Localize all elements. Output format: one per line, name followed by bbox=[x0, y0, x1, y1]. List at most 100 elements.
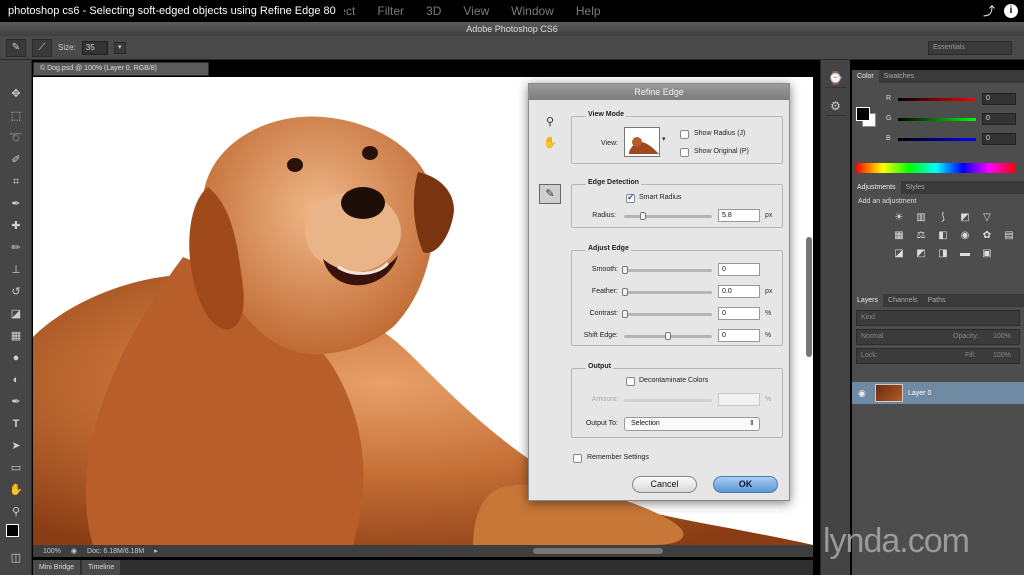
ok-button[interactable]: OK bbox=[713, 476, 778, 493]
radius-slider[interactable] bbox=[624, 215, 712, 218]
visibility-eye-icon[interactable]: ◉ bbox=[858, 388, 870, 399]
posterize-icon[interactable]: ◩ bbox=[914, 247, 928, 261]
show-radius-checkbox[interactable] bbox=[680, 130, 689, 139]
status-icon[interactable]: ◉ bbox=[71, 547, 77, 555]
properties-panel-icon[interactable]: ⚙ bbox=[825, 96, 846, 116]
invert-icon[interactable]: ◪ bbox=[892, 247, 906, 261]
size-dropdown-icon[interactable]: ▾ bbox=[113, 41, 126, 54]
smooth-input[interactable]: 0 bbox=[718, 263, 760, 276]
quick-mask-icon[interactable]: ◫ bbox=[8, 550, 24, 566]
foreground-color-swatch[interactable] bbox=[6, 524, 19, 537]
gradient-tool-icon[interactable]: ▦ bbox=[8, 328, 24, 344]
info-icon[interactable]: i bbox=[1004, 4, 1018, 18]
tab-adjustments[interactable]: Adjustments bbox=[852, 181, 901, 194]
share-icon[interactable]: ⤴ bbox=[982, 4, 996, 18]
levels-icon[interactable]: ▥ bbox=[914, 211, 928, 225]
tab-styles[interactable]: Styles bbox=[901, 181, 930, 194]
exposure-icon[interactable]: ◩ bbox=[958, 211, 972, 225]
eyedropper-tool-icon[interactable]: ✒ bbox=[8, 196, 24, 212]
color-foreground-swatch[interactable] bbox=[856, 107, 870, 121]
curves-icon[interactable]: ⟆ bbox=[936, 211, 950, 225]
marquee-tool-icon[interactable]: ⬚ bbox=[8, 108, 24, 124]
cancel-button[interactable]: Cancel bbox=[632, 476, 697, 493]
channel-mixer-icon[interactable]: ✿ bbox=[980, 229, 994, 243]
smooth-slider[interactable] bbox=[624, 269, 712, 272]
stamp-tool-icon[interactable]: ⊥ bbox=[8, 262, 24, 278]
tab-channels[interactable]: Channels bbox=[883, 294, 923, 307]
contrast-input[interactable]: 0 bbox=[718, 307, 760, 320]
type-tool-icon[interactable]: T bbox=[8, 416, 24, 432]
photo-filter-icon[interactable]: ◉ bbox=[958, 229, 972, 243]
feather-slider-knob[interactable] bbox=[622, 288, 628, 296]
decontaminate-checkbox[interactable] bbox=[626, 377, 635, 386]
pen-tool-icon[interactable]: ✒ bbox=[8, 394, 24, 410]
feather-slider[interactable] bbox=[624, 291, 712, 294]
contrast-slider-knob[interactable] bbox=[622, 310, 628, 318]
g-slider[interactable] bbox=[898, 118, 976, 121]
b-slider[interactable] bbox=[898, 138, 976, 141]
shift-edge-slider-knob[interactable] bbox=[665, 332, 671, 340]
status-arrow-icon[interactable]: ▸ bbox=[154, 547, 158, 555]
document-tab[interactable]: © Dog.psd @ 100% (Layer 0, RGB/8) bbox=[33, 62, 209, 76]
workspace-select[interactable]: Essentials bbox=[928, 41, 1012, 55]
zoom-icon[interactable]: ⚲ bbox=[543, 115, 557, 129]
threshold-icon[interactable]: ◨ bbox=[936, 247, 950, 261]
output-to-select[interactable]: Selection ⇕ bbox=[624, 417, 760, 431]
tab-layers[interactable]: Layers bbox=[852, 294, 884, 307]
smart-radius-checkbox[interactable] bbox=[626, 192, 635, 203]
hue-sat-icon[interactable]: ▦ bbox=[892, 229, 906, 243]
refine-radius-brush-icon[interactable]: ✎ bbox=[539, 184, 561, 204]
tab-paths[interactable]: Paths bbox=[923, 294, 951, 307]
shape-tool-icon[interactable]: ▭ bbox=[8, 460, 24, 476]
radius-input[interactable]: 5.8 bbox=[718, 209, 760, 222]
zoom-tool-icon[interactable]: ⚲ bbox=[8, 504, 24, 520]
brightness-icon[interactable]: ☀ bbox=[892, 211, 906, 225]
layer-filter-kind[interactable]: Kind bbox=[856, 310, 1020, 326]
amount-input[interactable] bbox=[718, 393, 760, 406]
zoom-level[interactable]: 100% bbox=[43, 548, 61, 555]
black-white-icon[interactable]: ◧ bbox=[936, 229, 950, 243]
tab-mini-bridge[interactable]: Mini Bridge bbox=[33, 560, 81, 575]
hand-icon[interactable]: ✋ bbox=[543, 136, 557, 150]
hand-tool-icon[interactable]: ✋ bbox=[8, 482, 24, 498]
remember-settings-checkbox[interactable] bbox=[573, 454, 582, 463]
feather-input[interactable]: 0.0 bbox=[718, 285, 760, 298]
layer-row[interactable]: ◉ Layer 0 bbox=[852, 382, 1024, 404]
size-input[interactable]: 35 bbox=[81, 40, 108, 55]
horizontal-scrollbar[interactable] bbox=[533, 548, 663, 554]
fill-input[interactable]: 100% bbox=[993, 349, 1011, 363]
b-input[interactable]: 0 bbox=[982, 133, 1016, 145]
g-input[interactable]: 0 bbox=[982, 113, 1016, 125]
history-panel-icon[interactable]: ⌚ bbox=[825, 68, 846, 88]
amount-slider[interactable] bbox=[624, 399, 712, 402]
color-lookup-icon[interactable]: ▤ bbox=[1002, 229, 1016, 243]
brush-preset-icon[interactable]: ✎ bbox=[6, 38, 26, 57]
color-balance-icon[interactable]: ⚖ bbox=[914, 229, 928, 243]
r-input[interactable]: 0 bbox=[982, 93, 1016, 105]
dodge-tool-icon[interactable]: ◐ bbox=[8, 372, 24, 388]
gradient-map-icon[interactable]: ▬ bbox=[958, 247, 972, 261]
blur-tool-icon[interactable]: ● bbox=[8, 350, 24, 366]
vibrance-icon[interactable]: ▽ bbox=[980, 211, 994, 225]
brush-mode-icon[interactable]: ⟋ bbox=[32, 38, 52, 57]
blend-mode-select[interactable]: Normal bbox=[861, 333, 884, 340]
shift-edge-input[interactable]: 0 bbox=[718, 329, 760, 342]
move-tool-icon[interactable]: ✥ bbox=[8, 86, 24, 102]
quick-select-tool-icon[interactable]: ✐ bbox=[8, 152, 24, 168]
path-select-icon[interactable]: ➤ bbox=[8, 438, 24, 454]
radius-slider-knob[interactable] bbox=[639, 212, 646, 220]
history-brush-icon[interactable]: ↺ bbox=[8, 284, 24, 300]
vertical-scrollbar[interactable] bbox=[806, 237, 812, 357]
crop-tool-icon[interactable]: ⌗ bbox=[8, 174, 24, 190]
tab-swatches[interactable]: Swatches bbox=[879, 70, 919, 83]
tab-timeline[interactable]: Timeline bbox=[82, 560, 121, 575]
view-thumbnail[interactable] bbox=[624, 127, 660, 157]
view-dropdown-icon[interactable]: ▾ bbox=[662, 135, 666, 143]
tab-color[interactable]: Color bbox=[852, 70, 879, 83]
brush-tool-icon[interactable]: ✏ bbox=[8, 240, 24, 256]
lasso-tool-icon[interactable]: ➰ bbox=[8, 130, 24, 146]
healing-tool-icon[interactable]: ✚ bbox=[8, 218, 24, 234]
eraser-tool-icon[interactable]: ◪ bbox=[8, 306, 24, 322]
opacity-input[interactable]: 100% bbox=[993, 330, 1011, 344]
selective-color-icon[interactable]: ▣ bbox=[980, 247, 994, 261]
